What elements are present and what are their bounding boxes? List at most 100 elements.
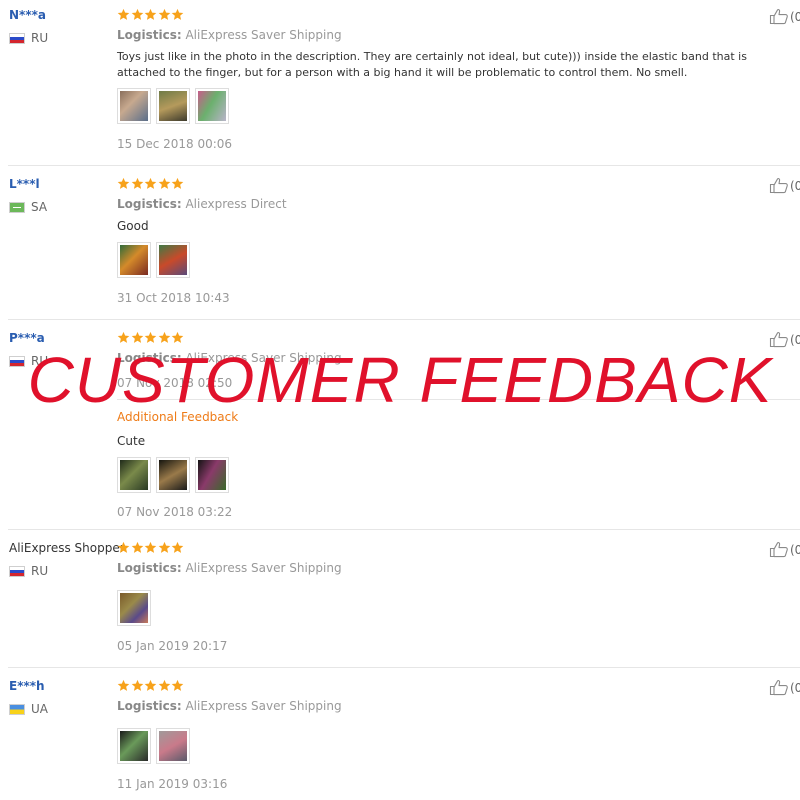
star-rating xyxy=(117,177,185,190)
helpful-button[interactable]: (0 xyxy=(769,8,800,25)
star-icon xyxy=(144,8,157,21)
divider xyxy=(8,319,800,320)
helpful-count: (0 xyxy=(790,9,800,24)
review-item: P***a RU Logistics: AliExpress Saver Shi… xyxy=(0,323,800,529)
star-icon xyxy=(158,541,171,554)
helpful-button[interactable]: (0 xyxy=(769,541,800,558)
review-photos xyxy=(117,88,234,124)
thumbs-up-icon xyxy=(769,177,790,194)
helpful-count: (0 xyxy=(790,178,800,193)
review-photos xyxy=(117,457,234,493)
star-icon xyxy=(171,679,184,692)
country-code: RU xyxy=(31,31,49,45)
helpful-button[interactable]: (0 xyxy=(769,331,800,348)
review-photos xyxy=(117,242,195,278)
reviewer-country: UA xyxy=(9,702,48,716)
star-icon xyxy=(158,679,171,692)
thumbs-up-icon xyxy=(769,8,790,25)
thumbs-up-icon xyxy=(769,541,790,558)
feedback-text: Toys just like in the photo in the descr… xyxy=(117,50,747,79)
star-rating xyxy=(117,541,185,554)
review-photo-thumbnail[interactable] xyxy=(117,242,151,278)
review-photo-thumbnail[interactable] xyxy=(195,457,229,493)
helpful-count: (0 xyxy=(790,680,800,695)
star-icon xyxy=(117,679,130,692)
star-icon xyxy=(117,331,130,344)
logistics-value: AliExpress Saver Shipping xyxy=(185,561,342,575)
star-icon xyxy=(171,8,184,21)
logistics-label: Logistics: xyxy=(117,351,182,365)
country-code: UA xyxy=(31,702,48,716)
helpful-count: (0 xyxy=(790,542,800,557)
reviewer-name[interactable]: N***a xyxy=(9,8,46,22)
review-photo-thumbnail[interactable] xyxy=(195,88,229,124)
reviewer-country: SA xyxy=(9,200,47,214)
star-icon xyxy=(117,8,130,21)
review-photo-thumbnail[interactable] xyxy=(156,242,190,278)
reviewer-name: AliExpress Shopper xyxy=(9,541,125,555)
divider xyxy=(8,667,800,668)
review-photo-thumbnail[interactable] xyxy=(156,728,190,764)
review-date: 07 Nov 2018 02:50 xyxy=(117,376,233,390)
review-photo-thumbnail[interactable] xyxy=(117,590,151,626)
additional-feedback-date: 07 Nov 2018 03:22 xyxy=(117,505,233,519)
helpful-button[interactable]: (0 xyxy=(769,177,800,194)
review-photo-thumbnail[interactable] xyxy=(117,88,151,124)
star-icon xyxy=(158,8,171,21)
review-photos xyxy=(117,590,156,626)
divider xyxy=(117,399,800,400)
star-rating xyxy=(117,331,185,344)
review-date: 11 Jan 2019 03:16 xyxy=(117,777,228,791)
logistics-info: Logistics: Aliexpress Direct xyxy=(117,197,287,211)
star-icon xyxy=(144,177,157,190)
star-icon xyxy=(117,541,130,554)
reviewer-country: RU xyxy=(9,354,48,368)
review-date: 05 Jan 2019 20:17 xyxy=(117,639,228,653)
review-date: 31 Oct 2018 10:43 xyxy=(117,291,230,305)
star-icon xyxy=(117,177,130,190)
star-icon xyxy=(131,8,144,21)
reviewer-country: RU xyxy=(9,31,48,45)
star-icon xyxy=(131,331,144,344)
review-photos xyxy=(117,728,195,764)
helpful-count: (0 xyxy=(790,332,800,347)
logistics-value: AliExpress Saver Shipping xyxy=(185,699,342,713)
review-item: E***h UA Logistics: AliExpress Saver Shi… xyxy=(0,671,800,800)
review-photo-thumbnail[interactable] xyxy=(117,728,151,764)
logistics-info: Logistics: AliExpress Saver Shipping xyxy=(117,351,342,365)
star-rating xyxy=(117,679,185,692)
helpful-button[interactable]: (0 xyxy=(769,679,800,696)
saudi-arabia-flag-icon xyxy=(9,201,25,213)
review-date: 15 Dec 2018 00:06 xyxy=(117,137,233,151)
logistics-info: Logistics: AliExpress Saver Shipping xyxy=(117,699,342,713)
russia-flag-icon xyxy=(9,32,25,44)
russia-flag-icon xyxy=(9,355,25,367)
review-item: AliExpress Shopper RU Logistics: AliExpr… xyxy=(0,533,800,667)
star-icon xyxy=(144,679,157,692)
star-icon xyxy=(171,331,184,344)
star-icon xyxy=(131,177,144,190)
reviewer-name[interactable]: E***h xyxy=(9,679,45,693)
logistics-info: Logistics: AliExpress Saver Shipping xyxy=(117,561,342,575)
ukraine-flag-icon xyxy=(9,703,25,715)
reviewer-name[interactable]: P***a xyxy=(9,331,45,345)
thumbs-up-icon xyxy=(769,679,790,696)
logistics-label: Logistics: xyxy=(117,561,182,575)
star-icon xyxy=(144,541,157,554)
logistics-info: Logistics: AliExpress Saver Shipping xyxy=(117,28,342,42)
additional-feedback-label: Additional Feedback xyxy=(117,410,239,424)
star-icon xyxy=(131,541,144,554)
star-icon xyxy=(131,679,144,692)
logistics-value: AliExpress Saver Shipping xyxy=(185,28,342,42)
star-rating xyxy=(117,8,185,21)
review-photo-thumbnail[interactable] xyxy=(156,88,190,124)
logistics-label: Logistics: xyxy=(117,28,182,42)
logistics-label: Logistics: xyxy=(117,699,182,713)
review-photo-thumbnail[interactable] xyxy=(156,457,190,493)
review-item: N***a RU Logistics: AliExpress Saver Shi… xyxy=(0,0,800,166)
review-photo-thumbnail[interactable] xyxy=(117,457,151,493)
reviewer-country: RU xyxy=(9,564,48,578)
reviewer-name[interactable]: L***l xyxy=(9,177,40,191)
divider xyxy=(8,165,800,166)
feedback-text: Good xyxy=(117,219,149,233)
